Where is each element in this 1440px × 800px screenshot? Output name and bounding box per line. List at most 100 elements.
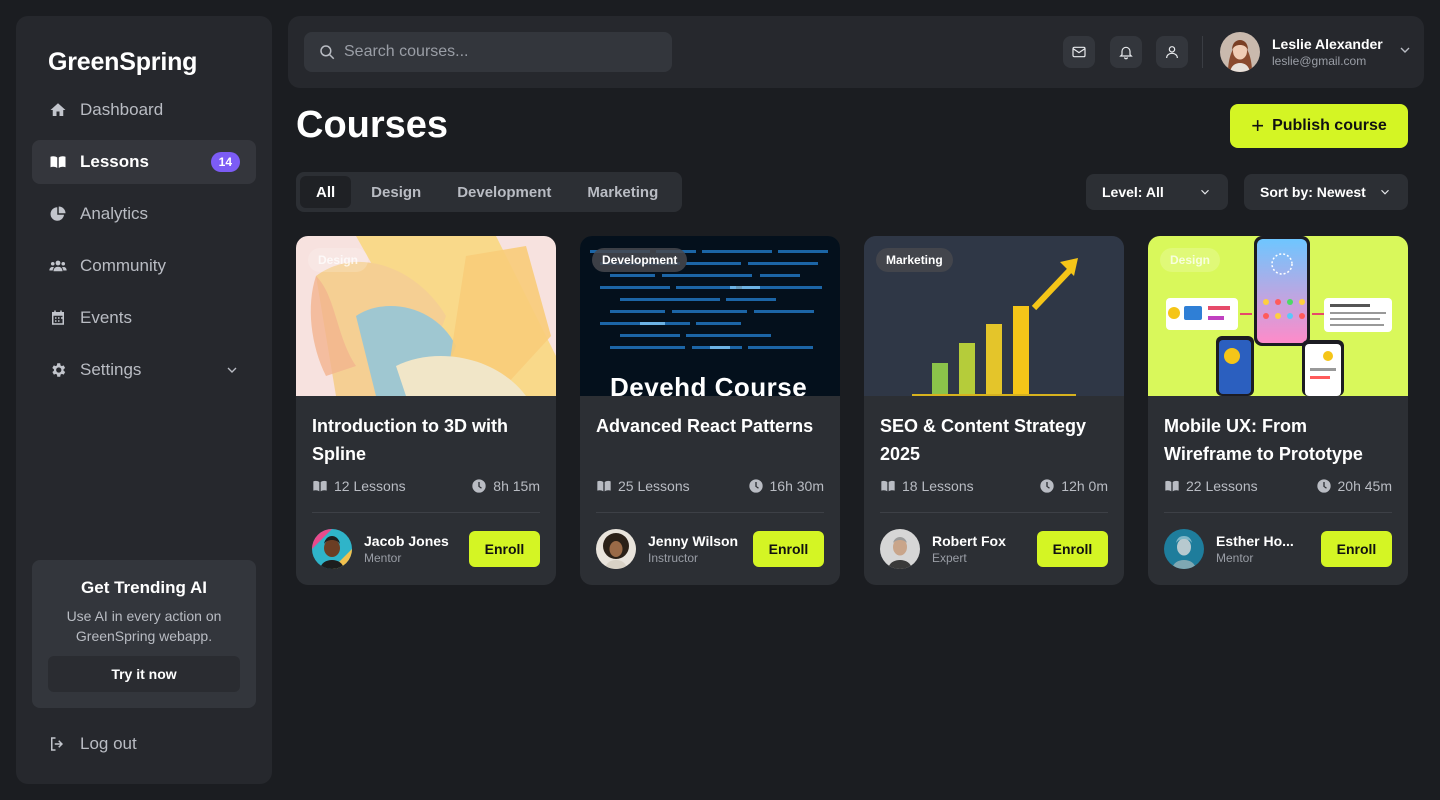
thumbnail-caption: Devehd Course <box>610 372 808 396</box>
course-thumbnail: Marketing <box>864 236 1124 396</box>
sidebar-item-label: Community <box>80 256 166 275</box>
tab-design[interactable]: Design <box>355 176 437 208</box>
course-thumbnail: Design <box>1148 236 1408 396</box>
category-filter-tabs: All Design Development Marketing <box>296 172 683 212</box>
course-duration: 20h 45m <box>1337 478 1392 494</box>
publish-course-label: Publish course <box>1272 117 1387 134</box>
avatar <box>1164 529 1204 569</box>
instructor: Esther Ho... Mentor <box>1164 529 1294 569</box>
instructor: Jacob Jones Mentor <box>312 529 449 569</box>
category-tag: Design <box>1160 248 1221 272</box>
category-tag: Marketing <box>876 248 953 272</box>
instructor: Robert Fox Expert <box>880 529 1006 569</box>
top-bar: Leslie Alexander leslie@gmail.com <box>288 16 1424 88</box>
course-duration: 8h 15m <box>493 478 540 494</box>
category-tag: Design <box>308 248 369 272</box>
sort-dropdown[interactable]: Sort by: Newest <box>1244 174 1408 210</box>
clock-icon <box>1316 479 1331 493</box>
course-title[interactable]: SEO & Content Strategy 2025 <box>880 412 1108 468</box>
search-box <box>304 32 672 72</box>
lesson-count: 18 Lessons <box>902 478 974 494</box>
enroll-button[interactable]: Enroll <box>1037 531 1108 567</box>
card-divider <box>1164 512 1392 513</box>
course-title[interactable]: Advanced React Patterns <box>596 412 824 440</box>
brand-logo: GreenSpring <box>48 48 198 76</box>
avatar <box>312 529 352 569</box>
mail-button[interactable] <box>1063 36 1095 68</box>
course-meta: 22 Lessons 20h 45m <box>1164 478 1392 494</box>
user-icon <box>1166 46 1178 59</box>
user-name: Leslie Alexander <box>1272 36 1383 52</box>
category-tag: Development <box>592 248 688 272</box>
notifications-button[interactable] <box>1110 36 1142 68</box>
plus-icon: + <box>1251 113 1265 138</box>
course-card[interactable]: Design Mobile UX: From Wireframe to Prot… <box>1148 236 1408 585</box>
course-title[interactable]: Introduction to 3D with Spline <box>312 412 540 468</box>
chevron-down-icon <box>1381 189 1389 195</box>
try-it-now-button[interactable]: Try it now <box>48 656 240 692</box>
logout-icon <box>51 737 63 751</box>
sort-dropdown-label: Sort by: Newest <box>1260 184 1366 200</box>
course-meta: 12 Lessons 8h 15m <box>312 478 540 494</box>
sidebar-item-label: Events <box>80 308 132 327</box>
instructor-role: Mentor <box>364 551 402 565</box>
instructor-name: Jacob Jones <box>364 533 449 549</box>
sidebar-item-events[interactable]: Events <box>32 296 256 340</box>
user-menu[interactable]: Leslie Alexander leslie@gmail.com <box>1220 32 1413 72</box>
sidebar-item-lessons[interactable]: Lessons 14 <box>32 140 256 184</box>
lesson-count: 12 Lessons <box>334 478 406 494</box>
avatar <box>880 529 920 569</box>
tab-marketing[interactable]: Marketing <box>571 176 674 208</box>
card-divider <box>596 512 824 513</box>
course-duration: 12h 0m <box>1061 478 1108 494</box>
course-meta: 18 Lessons 12h 0m <box>880 478 1108 494</box>
sidebar-item-settings[interactable]: Settings <box>32 348 256 392</box>
sidebar-item-analytics[interactable]: Analytics <box>32 192 256 236</box>
instructor-role: Mentor <box>1216 551 1254 565</box>
book-icon <box>313 480 327 492</box>
page-title: Courses <box>296 104 449 146</box>
promo-card: Get Trending AI Use AI in every action o… <box>32 560 256 708</box>
book-icon <box>1165 480 1179 492</box>
course-meta: 25 Lessons 16h 30m <box>596 478 824 494</box>
card-divider <box>880 512 1108 513</box>
instructor-name: Jenny Wilson <box>648 533 739 549</box>
tab-development[interactable]: Development <box>441 176 567 208</box>
sidebar-item-dashboard[interactable]: Dashboard <box>32 88 256 132</box>
instructor-role: Expert <box>932 551 967 565</box>
publish-course-button[interactable]: + Publish course <box>1230 104 1408 148</box>
tab-all[interactable]: All <box>300 176 352 208</box>
sidebar-item-label: Dashboard <box>80 100 164 119</box>
course-card[interactable]: Design Introduction to 3D with Spline 12… <box>296 236 556 585</box>
logout-label: Log out <box>80 734 137 753</box>
instructor-name: Robert Fox <box>932 533 1006 549</box>
book-icon <box>881 480 895 492</box>
enroll-button[interactable]: Enroll <box>1321 531 1392 567</box>
book-icon <box>597 480 611 492</box>
home-icon <box>48 100 68 120</box>
user-email: leslie@gmail.com <box>1272 54 1367 68</box>
card-divider <box>312 512 540 513</box>
calendar-icon <box>48 308 68 328</box>
users-icon <box>48 256 68 276</box>
logout-button[interactable]: Log out <box>48 734 137 754</box>
pie-chart-icon <box>48 204 68 224</box>
bell-icon <box>1119 46 1133 60</box>
lessons-count-badge: 14 <box>210 152 240 172</box>
profile-button[interactable] <box>1156 36 1188 68</box>
instructor-name: Esther Ho... <box>1216 533 1294 549</box>
avatar <box>1220 32 1260 72</box>
course-title[interactable]: Mobile UX: From Wireframe to Prototype <box>1164 412 1392 468</box>
course-thumbnail: Design <box>296 236 556 396</box>
search-input[interactable] <box>344 43 644 61</box>
course-card[interactable]: Marketing SEO & Content Strategy 2025 18… <box>864 236 1124 585</box>
topbar-divider <box>1202 36 1203 68</box>
enroll-button[interactable]: Enroll <box>753 531 824 567</box>
enroll-button[interactable]: Enroll <box>469 531 540 567</box>
sidebar-item-label: Lessons <box>80 152 149 171</box>
clock-icon <box>748 479 763 493</box>
promo-title: Get Trending AI <box>81 578 207 597</box>
course-card[interactable]: Devehd Course Development Advanced React… <box>580 236 840 585</box>
level-dropdown[interactable]: Level: All <box>1086 174 1228 210</box>
sidebar-item-community[interactable]: Community <box>32 244 256 288</box>
